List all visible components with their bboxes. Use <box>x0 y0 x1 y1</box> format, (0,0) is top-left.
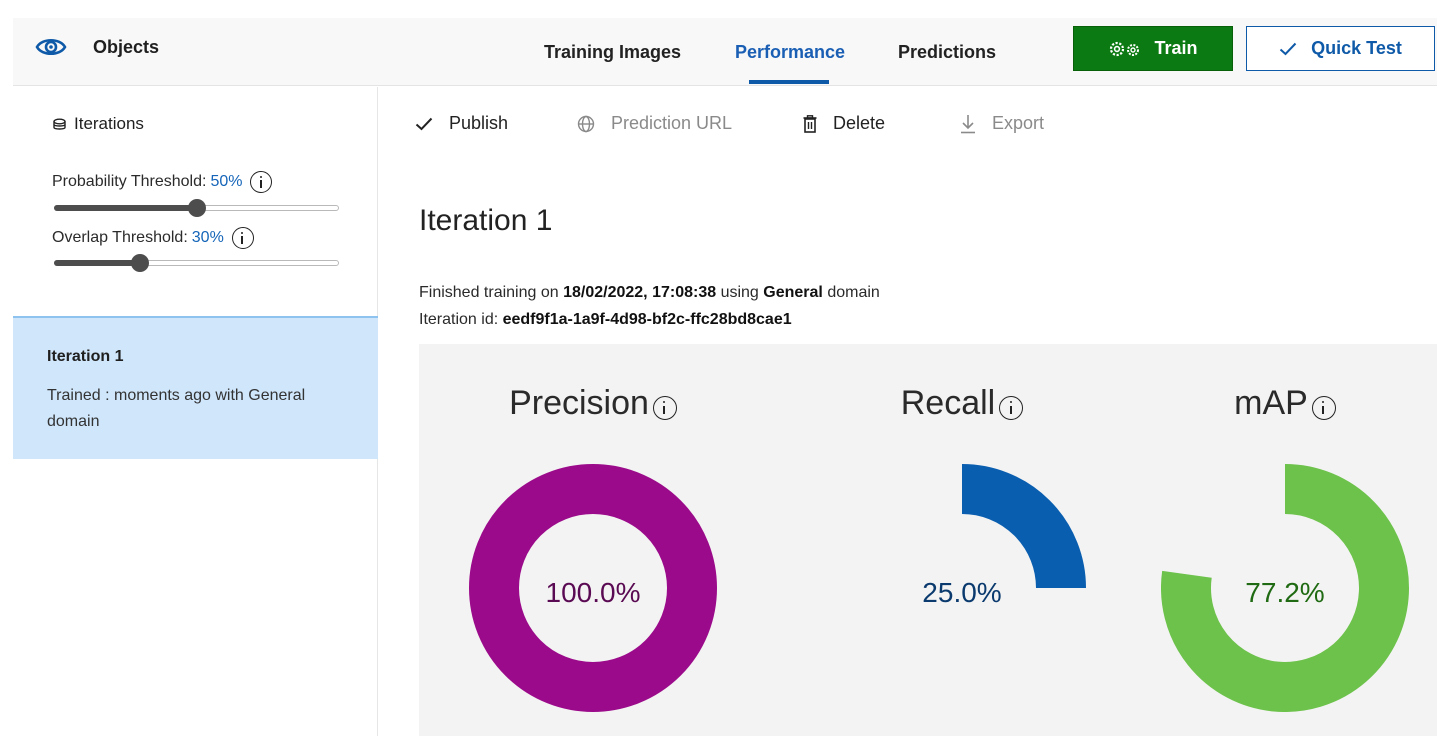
overlap-threshold-text: Overlap Threshold: <box>52 229 188 246</box>
slider-thumb[interactable] <box>130 254 149 272</box>
recall-arc <box>961 464 1086 589</box>
quick-test-button[interactable]: Quick Test <box>1246 26 1435 71</box>
gears-icon <box>1110 41 1140 56</box>
finished-prefix: Finished training on <box>419 284 559 301</box>
publish-label: Publish <box>449 113 509 133</box>
map-label: mAP <box>1234 384 1308 422</box>
slider-fill <box>54 260 140 266</box>
eye-icon <box>35 38 67 56</box>
precision-value: 100.0% <box>545 577 641 608</box>
iteration-id-label: Iteration id: <box>419 311 499 328</box>
prediction-url-button[interactable]: Prediction URL <box>577 113 732 134</box>
iterations-header: Iterations <box>53 114 144 134</box>
probability-threshold-label: Probability Threshold: 50% <box>52 171 273 193</box>
overlap-threshold-value: 30% <box>191 229 224 246</box>
tab-predictions[interactable]: Predictions <box>898 42 996 63</box>
recall-header: Recall <box>812 384 1112 423</box>
iteration-card-title: Iteration 1 <box>47 348 124 365</box>
recall-metric: Recall 25.0% <box>812 344 1112 736</box>
quick-test-button-label: Quick Test <box>1311 38 1402 58</box>
probability-threshold-value: 50% <box>210 173 243 190</box>
recall-value: 25.0% <box>922 577 1002 608</box>
download-icon <box>961 114 975 133</box>
slider-thumb[interactable] <box>187 199 206 217</box>
info-icon[interactable] <box>231 227 254 249</box>
train-button-label: Train <box>1154 38 1198 58</box>
map-metric: mAP 77.2% <box>1135 344 1435 736</box>
probability-threshold-slider[interactable] <box>54 199 339 217</box>
export-label: Export <box>992 113 1045 133</box>
iterations-header-label: Iterations <box>74 114 144 133</box>
info-icon[interactable] <box>1311 395 1336 420</box>
recall-label: Recall <box>900 384 996 422</box>
brand: Objects <box>35 35 159 59</box>
train-button[interactable]: Train <box>1073 26 1233 71</box>
delete-label: Delete <box>833 113 886 133</box>
globe-icon <box>577 115 595 132</box>
probability-threshold-text: Probability Threshold: <box>52 173 207 190</box>
info-icon[interactable] <box>250 171 273 193</box>
publish-button[interactable]: Publish <box>415 113 508 134</box>
overlap-threshold-label: Overlap Threshold: 30% <box>52 227 254 249</box>
iteration-id-value: eedf9f1a-1a9f-4d98-bf2c-ffc28bd8cae1 <box>502 311 792 328</box>
precision-metric: Precision 100.0% <box>443 344 743 736</box>
map-header: mAP <box>1135 384 1435 423</box>
page-title: Iteration 1 <box>419 204 553 237</box>
iteration-id-info: Iteration id: eedf9f1a-1a9f-4d98-bf2c-ff… <box>419 311 792 329</box>
map-value: 77.2% <box>1245 577 1325 608</box>
iteration-card[interactable]: Iteration 1 Trained : moments ago with G… <box>13 316 378 459</box>
trash-icon <box>803 114 817 133</box>
layers-icon <box>53 118 66 130</box>
using-text: using <box>720 284 759 301</box>
active-tab-indicator <box>749 80 829 84</box>
sidebar: Iterations Probability Threshold: 50% Ov… <box>13 87 378 736</box>
check-icon <box>1279 42 1297 55</box>
domain-suffix: domain <box>827 284 880 301</box>
domain-name: General <box>763 284 823 301</box>
slider-fill <box>54 205 197 211</box>
precision-label: Precision <box>509 384 649 422</box>
project-name: Objects <box>93 36 160 57</box>
delete-button[interactable]: Delete <box>803 113 885 134</box>
precision-header: Precision <box>443 384 743 423</box>
check-icon <box>415 117 433 130</box>
tab-performance[interactable]: Performance <box>735 42 845 63</box>
top-bar: Objects Training Images Performance Pred… <box>13 18 1437 86</box>
tab-training-images[interactable]: Training Images <box>544 42 681 63</box>
training-info: Finished training on 18/02/2022, 17:08:3… <box>419 284 880 302</box>
info-icon[interactable] <box>652 395 677 420</box>
finished-date: 18/02/2022, 17:08:38 <box>563 284 717 301</box>
metrics-panel: Precision 100.0% Recall 25.0% mAP 77.2% <box>419 344 1437 736</box>
overlap-threshold-slider[interactable] <box>54 254 339 272</box>
export-button[interactable]: Export <box>960 113 1044 134</box>
prediction-url-label: Prediction URL <box>611 113 733 133</box>
iteration-card-subtitle: Trained : moments ago with General domai… <box>47 387 306 430</box>
info-icon[interactable] <box>999 395 1024 420</box>
